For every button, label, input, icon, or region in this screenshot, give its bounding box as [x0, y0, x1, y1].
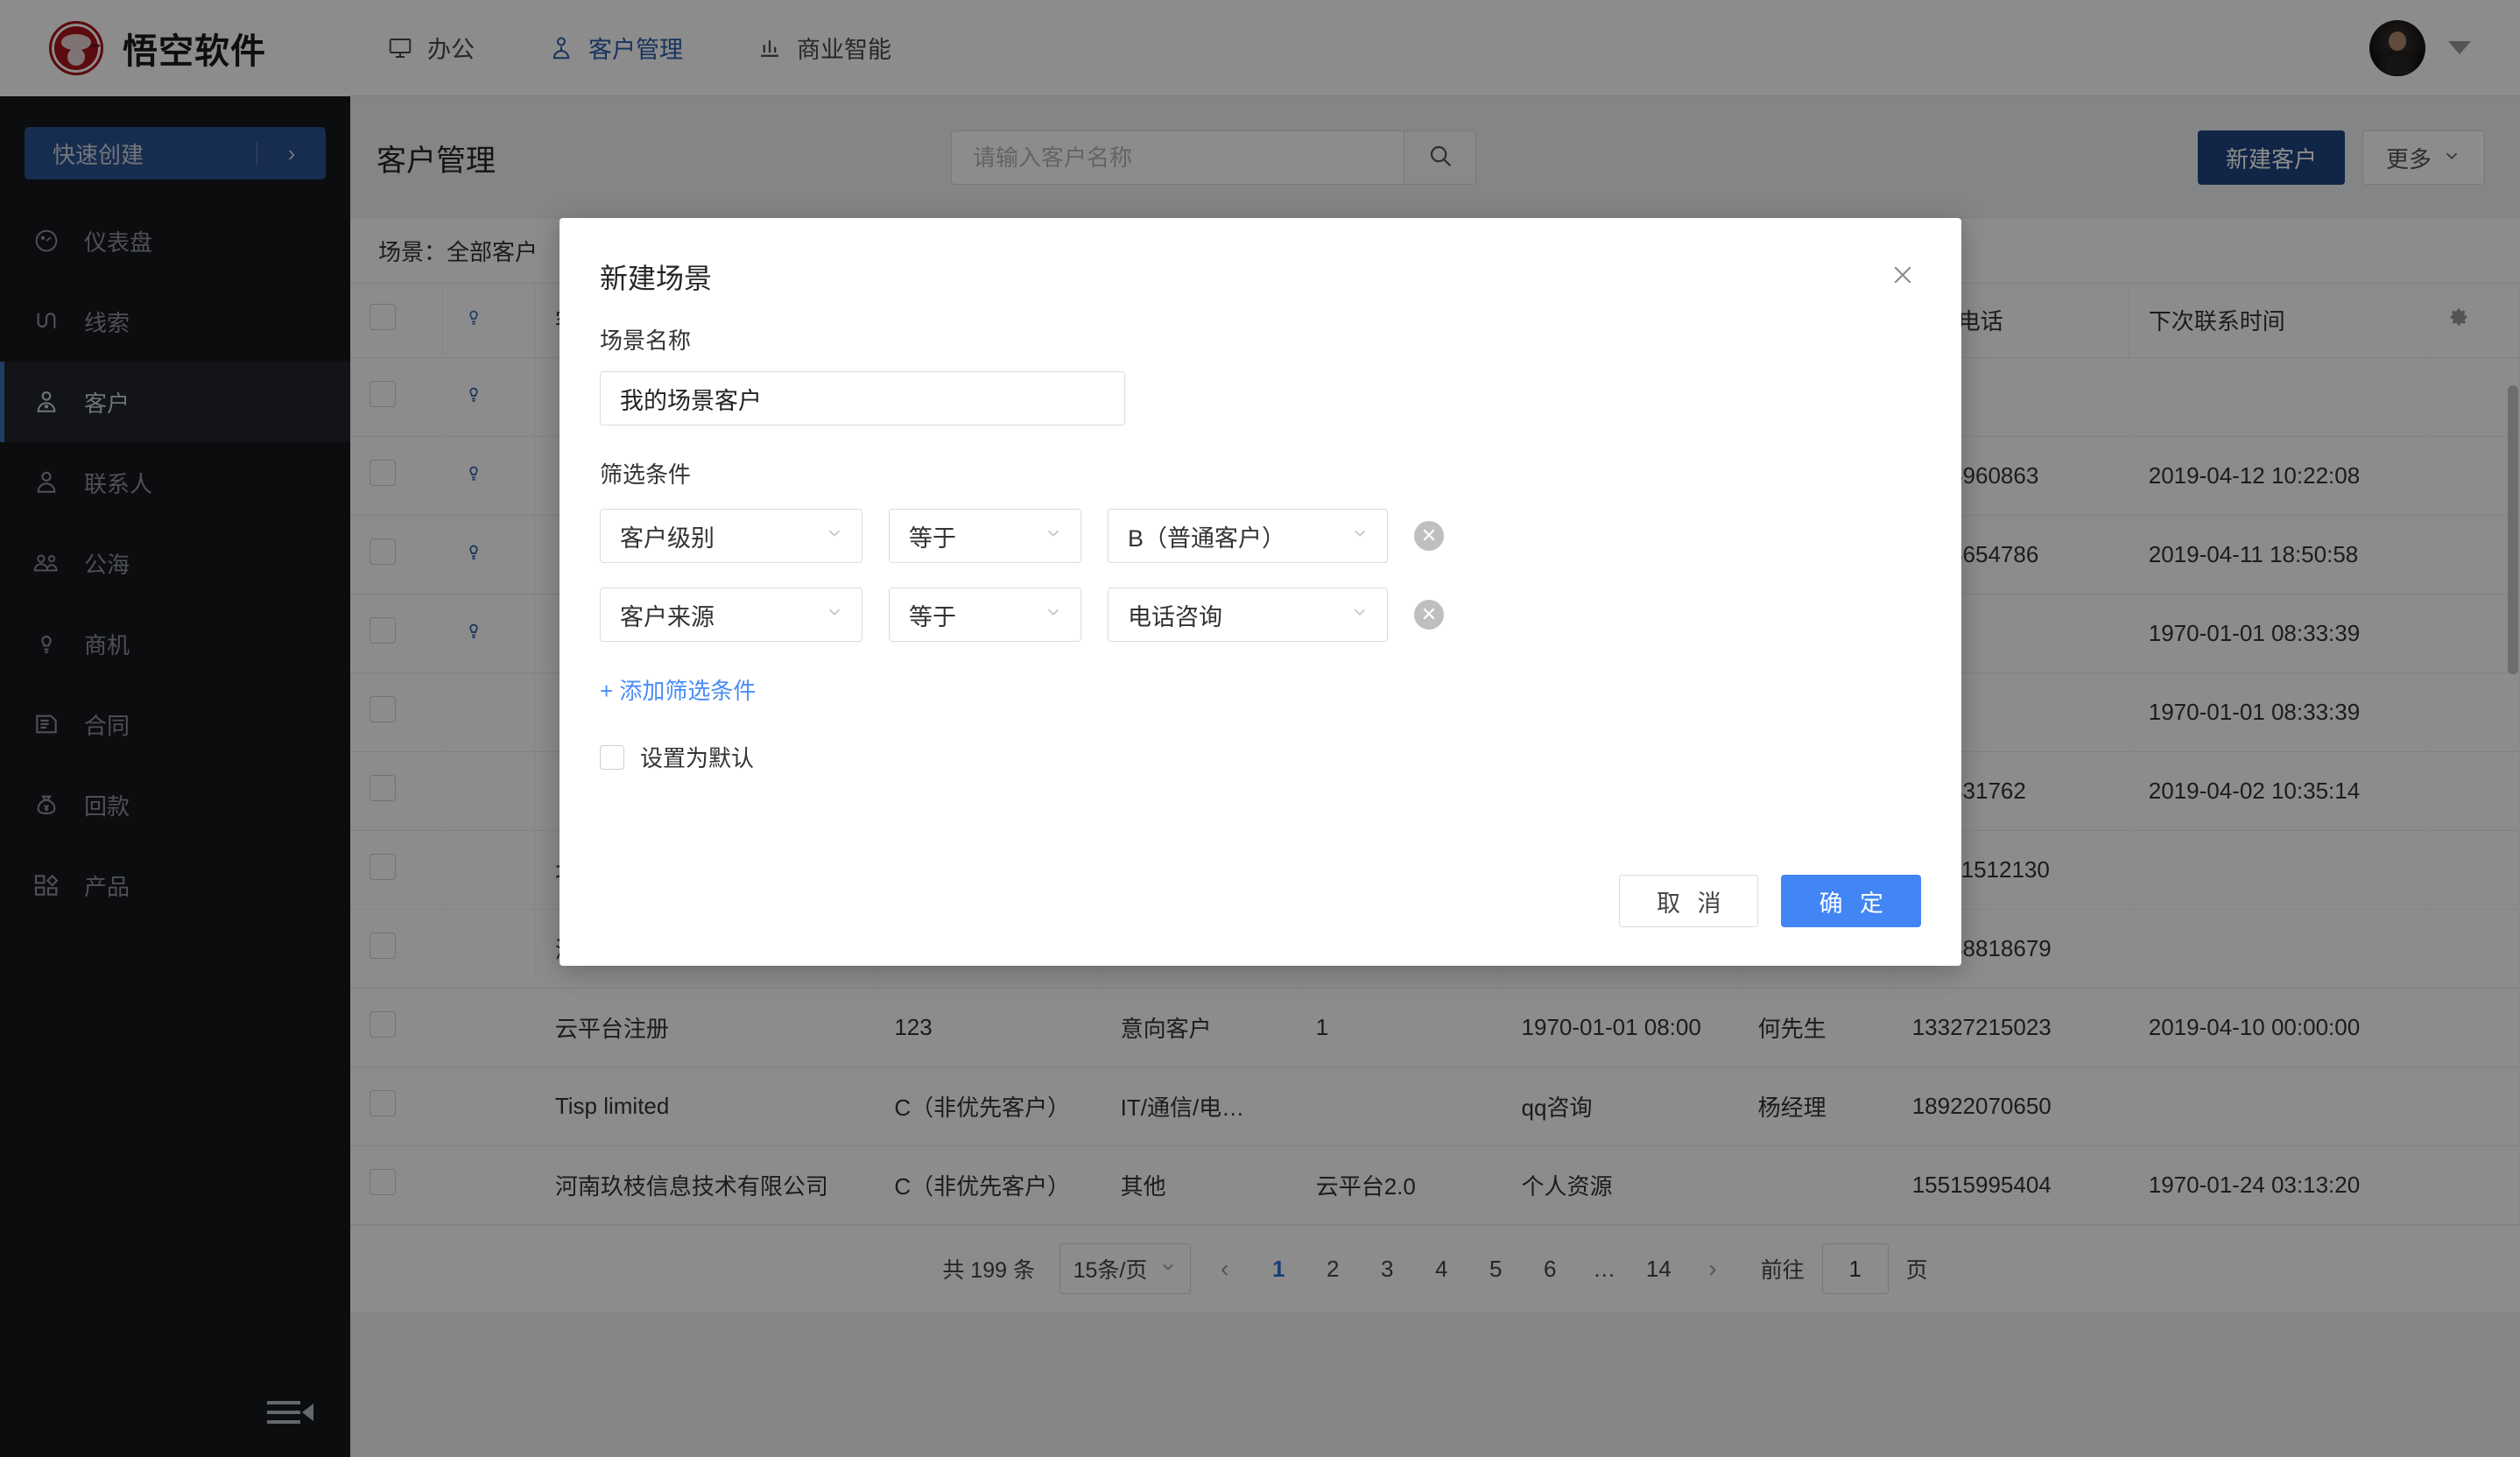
filter-condition-row: 客户级别 等于 B（普通客户） ✕ [600, 509, 1921, 563]
filter-condition-row: 客户来源 等于 电话咨询 ✕ [600, 588, 1921, 642]
condition-value-text: B（普通客户） [1128, 524, 1286, 552]
dialog-footer: 取 消 确 定 [1618, 875, 1921, 927]
close-icon[interactable] [1884, 257, 1921, 293]
condition-operator-select[interactable]: 等于 [889, 588, 1081, 642]
filter-conditions-list: 客户级别 等于 B（普通客户） ✕ 客户来源 等于 电话咨询 ✕ [600, 509, 1921, 642]
remove-condition-button[interactable]: ✕ [1414, 521, 1444, 551]
condition-field-select[interactable]: 客户级别 [600, 509, 862, 563]
chevron-down-icon [1350, 602, 1369, 627]
dialog-header: 新建场景 [560, 218, 1961, 297]
condition-field-value: 客户来源 [620, 603, 714, 630]
chevron-down-icon [1044, 602, 1063, 627]
add-filter-condition-button[interactable]: + 添加筛选条件 [600, 673, 756, 706]
new-scene-dialog: 新建场景 场景名称 筛选条件 客户级别等于B（普通客户）✕客户来源等于电话咨询✕… [560, 218, 1961, 966]
condition-value-select[interactable]: 电话咨询 [1108, 588, 1388, 642]
remove-condition-button[interactable]: ✕ [1414, 600, 1444, 630]
condition-operator-value: 等于 [909, 603, 956, 630]
chevron-down-icon [825, 602, 844, 627]
scene-name-label: 场景名称 [600, 327, 692, 354]
set-default-label: 设置为默认 [640, 745, 755, 771]
set-default-row: 设置为默认 [600, 741, 1921, 773]
scene-name-input[interactable] [600, 371, 1125, 426]
chevron-down-icon [825, 524, 844, 548]
confirm-button[interactable]: 确 定 [1781, 875, 1921, 927]
set-default-checkbox[interactable] [600, 744, 624, 770]
chevron-down-icon [1044, 524, 1063, 548]
dialog-body: 场景名称 筛选条件 客户级别等于B（普通客户）✕客户来源等于电话咨询✕ + 添加… [560, 297, 1961, 773]
filter-conditions-label: 筛选条件 [600, 461, 692, 488]
chevron-down-icon [1350, 524, 1369, 548]
condition-value-text: 电话咨询 [1128, 603, 1222, 630]
condition-value-select[interactable]: B（普通客户） [1108, 509, 1388, 563]
condition-operator-value: 等于 [909, 524, 956, 552]
dialog-title: 新建场景 [600, 263, 713, 294]
condition-operator-select[interactable]: 等于 [889, 509, 1081, 563]
condition-field-value: 客户级别 [620, 524, 714, 552]
app-root: 悟空软件 办公 客户管理 商业智能 快速创建 › 仪表盘 线索 客户 联系人 公… [0, 0, 2520, 1457]
cancel-button[interactable]: 取 消 [1618, 875, 1759, 927]
condition-field-select[interactable]: 客户来源 [600, 588, 862, 642]
